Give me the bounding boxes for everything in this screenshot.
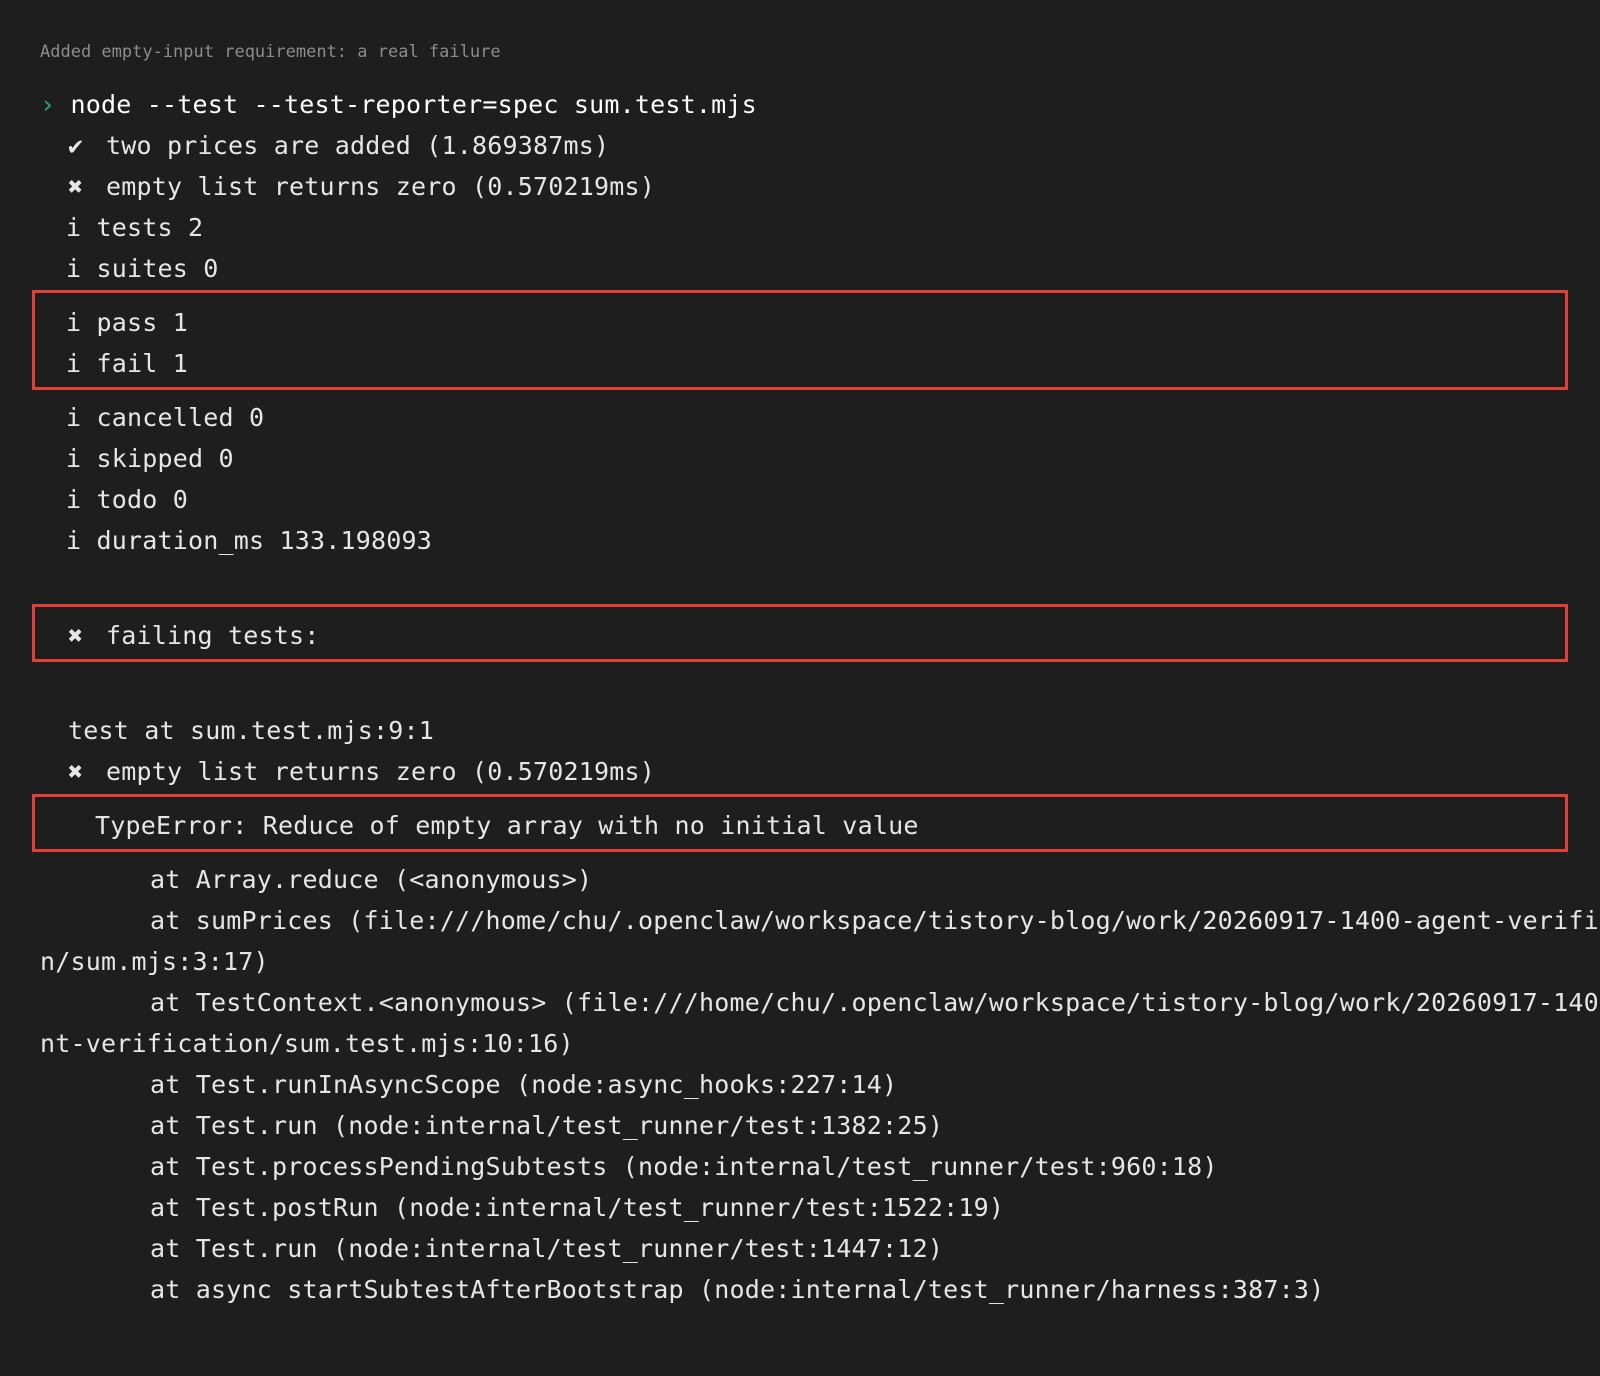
summary-cancelled: i cancelled 0 [66,402,264,434]
result-pass-text: two prices are added (1.869387ms) [106,131,610,160]
summary-tests-text: tests 2 [96,213,204,242]
summary-suites-text: suites 0 [96,254,219,283]
info-icon: i [66,254,82,283]
error-message: TypeError: Reduce of empty array with no… [95,811,919,840]
failing-test-line: ✖ empty list returns zero (0.570219ms) [68,756,655,788]
info-icon: i [66,526,82,555]
cross-icon: ✖ [68,172,84,201]
summary-fail: i fail 1 [66,348,188,380]
result-pass-line: ✔ two prices are added (1.869387ms) [68,130,609,162]
summary-pass-text: pass 1 [96,308,189,337]
info-icon: i [66,308,82,337]
stack-frame: at Test.run (node:internal/test_runner/t… [150,1111,944,1140]
summary-cancelled-text: cancelled 0 [96,403,265,432]
info-icon: i [66,444,82,473]
summary-todo: i todo 0 [66,484,188,516]
summary-tests: i tests 2 [66,212,203,244]
summary-fail-text: fail 1 [96,349,189,378]
failing-test-location: test at sum.test.mjs:9:1 [68,716,435,745]
result-fail-line: ✖ empty list returns zero (0.570219ms) [68,171,655,203]
stack-frame: at Test.run (node:internal/test_runner/t… [150,1234,944,1263]
summary-skipped-text: skipped 0 [96,444,234,473]
summary-duration-text: duration_ms 133.198093 [96,526,433,555]
stack-frame: at Test.postRun (node:internal/test_runn… [150,1193,1005,1222]
info-icon: i [66,213,82,242]
stack-frame: at async startSubtestAfterBootstrap (nod… [150,1275,1325,1304]
summary-skipped: i skipped 0 [66,443,234,475]
stack-frame: at Test.processPendingSubtests (node:int… [150,1152,1218,1181]
summary-pass: i pass 1 [66,307,188,339]
cross-icon: ✖ [68,621,84,650]
caption: Added empty-input requirement: a real fa… [40,42,501,62]
highlight-box-pass-fail [32,290,1568,390]
summary-todo-text: todo 0 [96,485,189,514]
stack-frame-wrap: nt-verification/sum.test.mjs:10:16) [40,1029,574,1058]
summary-duration: i duration_ms 133.198093 [66,525,432,557]
check-icon: ✔ [68,131,84,160]
command-text: node --test --test-reporter=spec sum.tes… [70,90,757,119]
prompt-chevron-icon: › [40,90,56,119]
info-icon: i [66,349,82,378]
failing-test-name: empty list returns zero (0.570219ms) [106,757,656,786]
command-line: › node --test --test-reporter=spec sum.t… [40,89,757,121]
failing-tests-header: ✖ failing tests: [68,620,320,652]
stack-frame: at sumPrices (file:///home/chu/.openclaw… [150,906,1600,935]
result-fail-text: empty list returns zero (0.570219ms) [106,172,656,201]
stack-frame: at Array.reduce (<anonymous>) [150,865,593,894]
cross-icon: ✖ [68,757,84,786]
stack-frame: at Test.runInAsyncScope (node:async_hook… [150,1070,898,1099]
failing-tests-title: failing tests: [106,621,320,650]
stack-frame-wrap: n/sum.mjs:3:17) [40,947,269,976]
info-icon: i [66,485,82,514]
info-icon: i [66,403,82,432]
summary-suites: i suites 0 [66,253,219,285]
stack-frame: at TestContext.<anonymous> (file:///home… [150,988,1600,1017]
